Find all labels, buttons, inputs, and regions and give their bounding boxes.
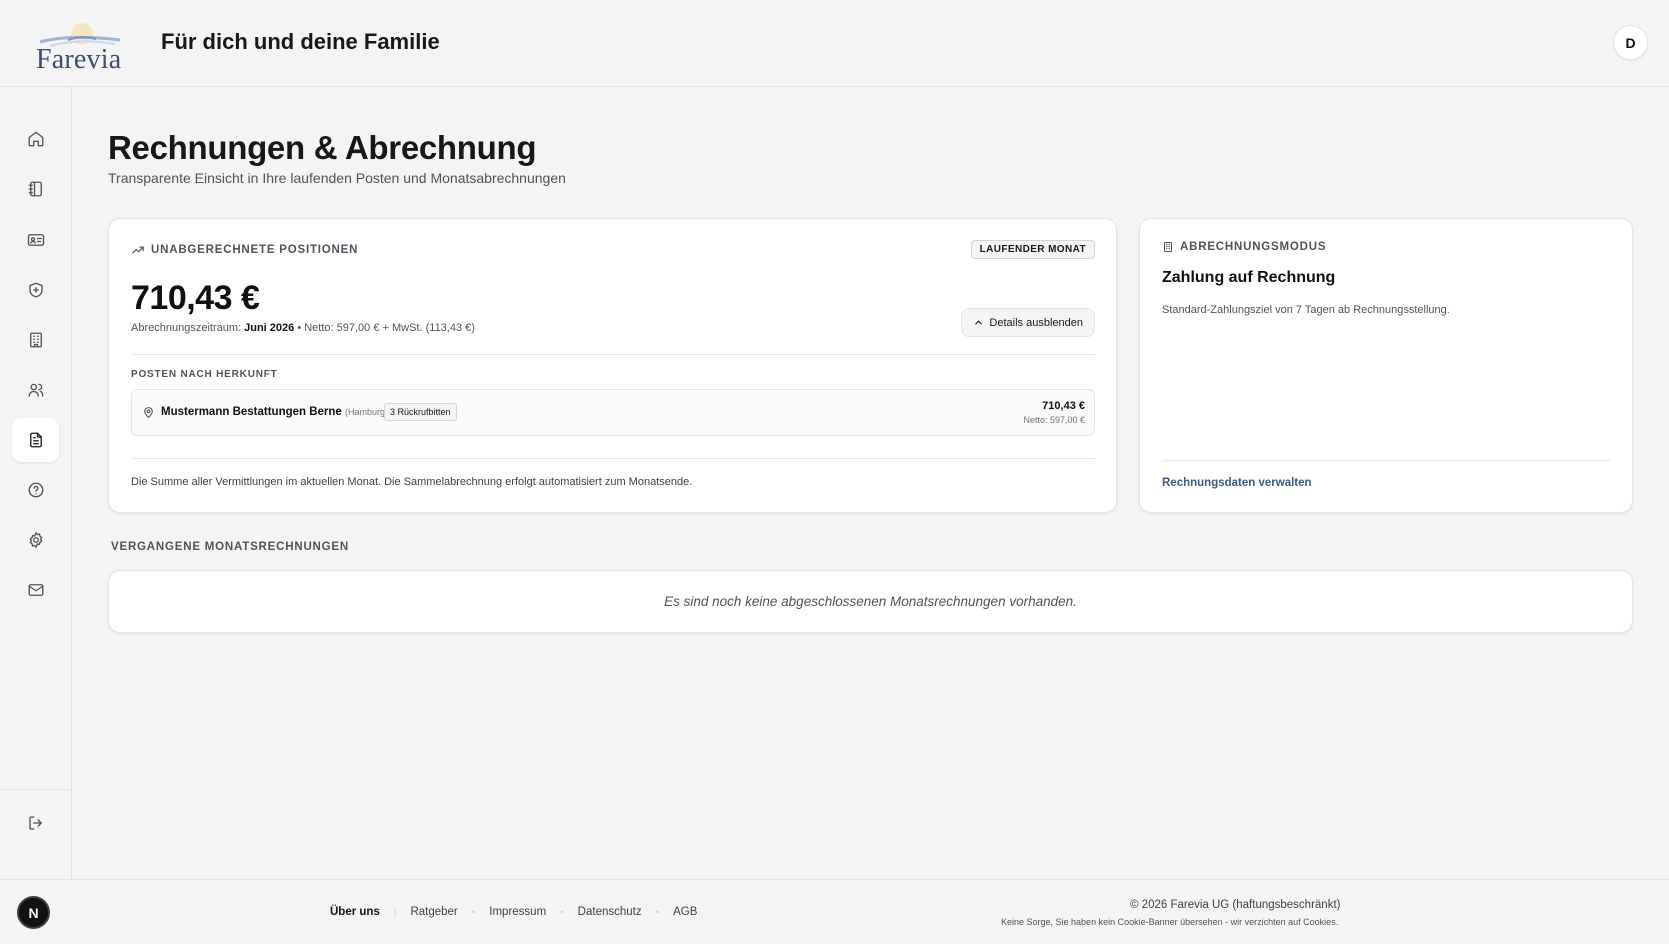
footer-separator: • — [560, 906, 564, 918]
billing-mode-title: Zahlung auf Rechnung — [1162, 269, 1336, 286]
sidebar-item-mail[interactable] — [12, 568, 59, 612]
footer-link-privacy[interactable]: Datenschutz — [578, 906, 642, 918]
posten-name: Mustermann Bestattungen Berne (Hamburg) — [161, 406, 388, 418]
past-invoices-label: Vergangene Monatsrechnungen — [111, 541, 349, 553]
file-text-icon — [29, 432, 42, 448]
footer: N Über uns | Ratgeber • Impressum • Date… — [0, 879, 1669, 944]
current-month-badge: LAUFENDER MONAT — [970, 240, 1095, 259]
billing-period-month: Juni 2026 — [244, 322, 295, 334]
sidebar-item-shield[interactable] — [12, 268, 59, 312]
page-subtitle: Transparente Einsicht in Ihre laufenden … — [108, 170, 566, 186]
sidebar-item-building[interactable] — [12, 318, 59, 362]
dev-tools-badge[interactable]: N — [17, 896, 50, 929]
farevia-logo[interactable]: Farevia — [30, 16, 130, 75]
summary-note: Die Summe aller Vermittlungen im aktuell… — [131, 476, 693, 488]
building-icon — [1164, 242, 1172, 252]
current-billing-label: Unabgerechnete Positionen — [151, 244, 359, 256]
divider — [1162, 460, 1610, 461]
copyright: © 2026 Farevia UG (haftungsbeschränkt) — [1130, 899, 1341, 911]
trending-up-icon — [132, 246, 144, 254]
sidebar-item-id-card[interactable] — [12, 218, 59, 262]
sidebar — [0, 87, 72, 879]
header: Farevia Für dich und deine Familie D — [0, 0, 1669, 87]
sidebar-item-invoices[interactable] — [12, 418, 59, 462]
posten-amount: 710,43 € — [1042, 400, 1085, 412]
notebook-icon — [28, 181, 42, 197]
manage-billing-data-link[interactable]: Rechnungsdaten verwalten — [1162, 477, 1312, 489]
billing-mode-label: Abrechnungsmodus — [1180, 241, 1327, 253]
page-title: Rechnungen & Abrechnung — [108, 129, 537, 166]
footer-link-imprint[interactable]: Impressum — [489, 906, 546, 918]
logout-icon — [28, 816, 42, 830]
footer-separator: • — [471, 906, 476, 918]
id-card-icon — [27, 234, 44, 246]
footer-link-guide[interactable]: Ratgeber — [410, 906, 457, 918]
header-title: Für dich und deine Familie — [161, 29, 440, 54]
sidebar-item-logout[interactable] — [12, 801, 59, 845]
empty-state-text: Es sind noch keine abgeschlossenen Monat… — [664, 594, 1077, 609]
footer-link-terms[interactable]: AGB — [673, 906, 697, 918]
shield-plus-icon — [28, 282, 43, 298]
toggle-details-button[interactable]: Details ausblenden — [961, 308, 1095, 337]
current-total-amount: 710,43 € — [131, 279, 260, 317]
billing-mode-card: Abrechnungsmodus Zahlung auf Rechnung St… — [1139, 218, 1633, 513]
cookie-note: Keine Sorge, Sie haben kein Cookie-Banne… — [1001, 917, 1339, 927]
footer-link-about[interactable]: Über uns — [330, 906, 380, 918]
toggle-details-label: Details ausblenden — [989, 316, 1083, 329]
divider — [131, 354, 1095, 355]
footer-separator: | — [393, 906, 397, 918]
logo-text: Farevia — [36, 44, 122, 75]
billing-period-netto: • Netto: 597,00 € + MwSt. (113,43 €) — [294, 322, 475, 334]
posten-callback-badge: 3 Rückrufbitten — [384, 403, 457, 421]
billing-mode-header: Abrechnungsmodus — [1162, 241, 1326, 253]
help-circle-icon — [28, 482, 43, 498]
sidebar-item-settings[interactable] — [12, 518, 59, 562]
sidebar-item-help[interactable] — [12, 468, 59, 512]
posten-row[interactable]: Mustermann Bestattungen Berne (Hamburg) … — [131, 389, 1095, 436]
home-icon — [28, 131, 43, 147]
building-icon — [29, 332, 42, 348]
sidebar-item-home[interactable] — [12, 117, 59, 161]
posten-section-label: Posten nach Herkunft — [131, 369, 278, 380]
sidebar-item-notebook[interactable] — [12, 167, 59, 211]
billing-mode-description: Standard-Zahlungsziel von 7 Tagen ab Rec… — [1162, 304, 1450, 316]
gear-icon — [29, 532, 42, 548]
user-avatar[interactable]: D — [1613, 25, 1648, 60]
divider — [131, 458, 1095, 459]
billing-period-prefix: Abrechnungszeitraum: — [131, 322, 245, 334]
mail-icon — [28, 584, 43, 596]
billing-period: Abrechnungszeitraum: Juni 2026 • Netto: … — [131, 322, 475, 334]
map-pin-icon — [144, 407, 153, 418]
footer-links: Über uns | Ratgeber • Impressum • Datens… — [330, 906, 697, 918]
past-invoices-card: Es sind noch keine abgeschlossenen Monat… — [108, 570, 1633, 633]
posten-name-text: Mustermann Bestattungen Berne — [161, 406, 342, 418]
sidebar-item-users[interactable] — [12, 368, 59, 412]
posten-city: (Hamburg) — [345, 407, 389, 417]
users-icon — [28, 383, 43, 397]
footer-separator: • — [655, 906, 660, 918]
current-billing-header: Unabgerechnete Positionen — [131, 243, 358, 257]
chevron-up-icon — [975, 320, 983, 325]
posten-netto: Netto: 597,00 € — [1023, 415, 1085, 425]
sidebar-divider — [0, 789, 72, 790]
current-billing-card: Unabgerechnete Positionen LAUFENDER MONA… — [108, 218, 1117, 513]
